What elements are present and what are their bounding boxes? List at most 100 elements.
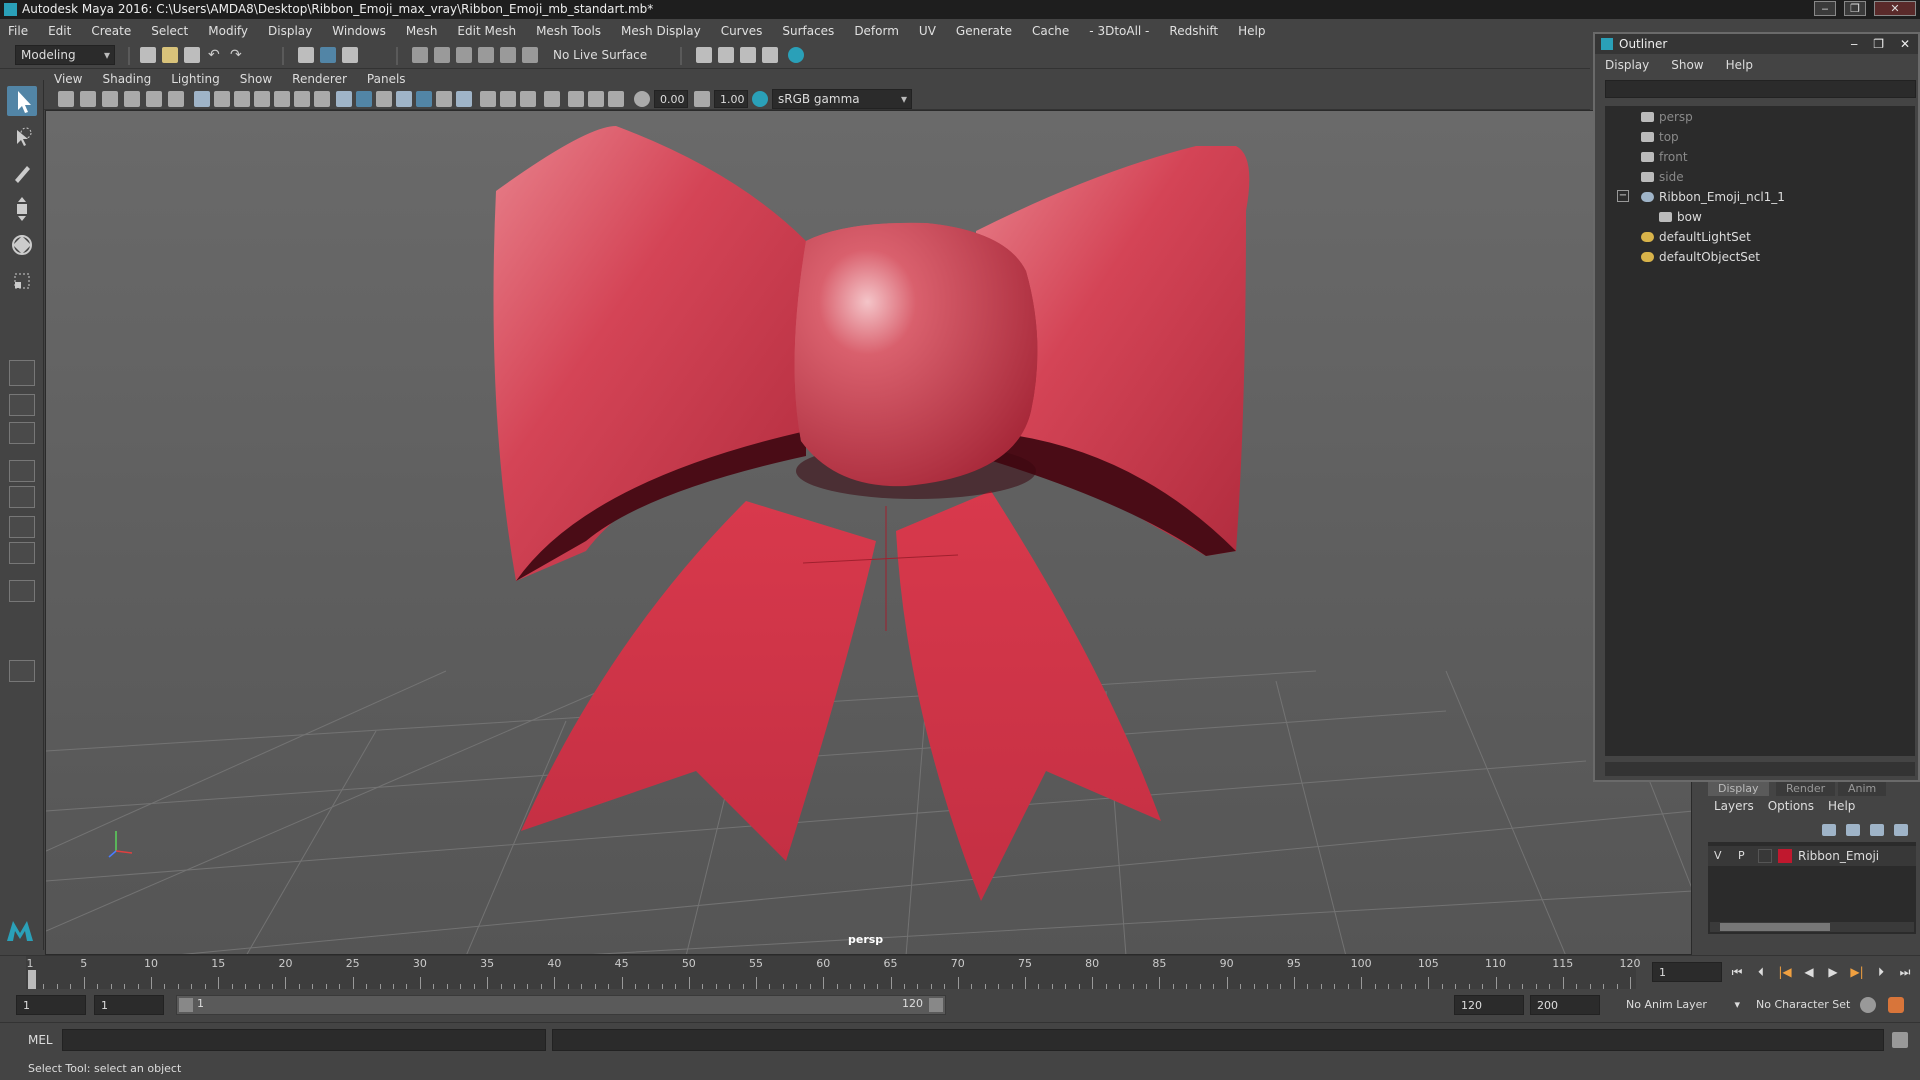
resolution-gate-icon[interactable] — [234, 91, 250, 107]
range-end-handle[interactable] — [929, 998, 943, 1012]
snap-grid-icon[interactable] — [412, 47, 428, 63]
use-all-lights-icon[interactable] — [416, 91, 432, 107]
menu-3dtoall[interactable]: - 3DtoAll - — [1089, 24, 1149, 38]
side-by-side-layout-icon[interactable] — [9, 422, 35, 444]
menu-windows[interactable]: Windows — [332, 24, 386, 38]
grease-pencil-icon[interactable] — [168, 91, 184, 107]
outliner-horizontal-scrollbar[interactable] — [1605, 762, 1915, 776]
wireframe-icon[interactable] — [336, 91, 352, 107]
current-frame-field[interactable]: 1 — [1652, 962, 1722, 982]
playback-end-field[interactable]: 120 — [1454, 995, 1524, 1015]
close-icon[interactable]: ✕ — [1874, 1, 1916, 16]
menu-modify[interactable]: Modify — [208, 24, 248, 38]
panel-menu-shading[interactable]: Shading — [102, 72, 151, 86]
move-layer-up-icon[interactable] — [1822, 824, 1836, 836]
lasso-tool-icon[interactable] — [7, 122, 37, 152]
new-scene-icon[interactable] — [140, 47, 156, 63]
menu-mesh-tools[interactable]: Mesh Tools — [536, 24, 601, 38]
minimize-icon[interactable]: ‒ — [1814, 1, 1836, 16]
gamma-icon[interactable] — [694, 91, 710, 107]
gamma-field[interactable]: 1.00 — [714, 90, 748, 108]
save-scene-icon[interactable] — [184, 47, 200, 63]
layer-type-toggle[interactable] — [1758, 849, 1772, 863]
panel-menu-panels[interactable]: Panels — [367, 72, 406, 86]
menu-edit[interactable]: Edit — [48, 24, 71, 38]
anim-layer-dropdown[interactable]: No Anim Layer ▾ — [1620, 995, 1744, 1015]
layer-color-swatch[interactable] — [1778, 849, 1792, 863]
layer-menu-options[interactable]: Options — [1768, 799, 1814, 813]
smooth-shade-icon[interactable] — [356, 91, 372, 107]
menu-generate[interactable]: Generate — [956, 24, 1012, 38]
isolate-select-icon[interactable] — [544, 91, 560, 107]
snap-view-icon[interactable] — [478, 47, 494, 63]
persp-graph-layout-icon[interactable] — [9, 486, 35, 508]
select-hierarchy-icon[interactable] — [298, 47, 314, 63]
menu-mesh[interactable]: Mesh — [406, 24, 438, 38]
step-forward-key-icon[interactable]: ⏵ — [1872, 964, 1890, 980]
time-ruler[interactable]: 1 5 10 15 20 25 30 35 40 45 50 55 60 65 70 75 80 85 90 95 10… — [26, 956, 1641, 989]
snap-surface-icon[interactable] — [500, 47, 516, 63]
rotate-tool-icon[interactable] — [7, 230, 37, 260]
step-back-key-icon[interactable]: ⏴ — [1752, 964, 1770, 980]
play-backwards-icon[interactable]: ◀ — [1800, 964, 1818, 980]
textured-icon[interactable] — [396, 91, 412, 107]
safe-action-icon[interactable] — [294, 91, 310, 107]
persp-outliner-layout-icon[interactable] — [9, 460, 35, 482]
select-component-icon[interactable] — [342, 47, 358, 63]
outliner-menu-help[interactable]: Help — [1726, 58, 1753, 72]
menu-help[interactable]: Help — [1238, 24, 1265, 38]
animation-end-field[interactable]: 200 — [1530, 995, 1600, 1015]
move-layer-down-icon[interactable] — [1846, 824, 1860, 836]
layer-horizontal-scrollbar[interactable] — [1710, 922, 1914, 932]
live-surface-field[interactable]: No Live Surface — [548, 46, 658, 66]
new-layer-icon[interactable] — [1870, 824, 1884, 836]
time-slider[interactable]: 1 5 10 15 20 25 30 35 40 45 50 55 60 65 70 75 80 85 90 95 10… — [0, 955, 1920, 989]
outliner-item-top[interactable]: top — [1641, 128, 1679, 146]
snap-curve-icon[interactable] — [434, 47, 450, 63]
outliner-item-persp[interactable]: persp — [1641, 108, 1693, 126]
xray-joints-icon[interactable] — [608, 91, 624, 107]
snap-vertex-icon[interactable] — [522, 47, 538, 63]
menu-surfaces[interactable]: Surfaces — [782, 24, 834, 38]
undo-icon[interactable]: ↶ — [208, 47, 224, 63]
layer-playback-toggle[interactable]: P — [1738, 849, 1745, 862]
menu-create[interactable]: Create — [91, 24, 131, 38]
render-frame-icon[interactable] — [718, 47, 734, 63]
command-input[interactable] — [62, 1029, 546, 1051]
camera-attributes-icon[interactable] — [80, 91, 96, 107]
render-view-icon[interactable] — [762, 47, 778, 63]
gate-mask-icon[interactable] — [254, 91, 270, 107]
script-editor-icon[interactable] — [1892, 1032, 1908, 1048]
outliner-minimize-icon[interactable]: ‒ — [1850, 34, 1858, 54]
redo-icon[interactable]: ↷ — [230, 47, 246, 63]
select-object-icon[interactable] — [320, 47, 336, 63]
playback-start-field[interactable]: 1 — [94, 995, 164, 1015]
exposure-field[interactable]: 0.00 — [654, 90, 688, 108]
character-set-dropdown[interactable]: No Character Set — [1750, 995, 1870, 1015]
grid-toggle-icon[interactable] — [194, 91, 210, 107]
layout-options-icon[interactable] — [9, 660, 35, 682]
layer-row[interactable]: V P Ribbon_Emoji — [1708, 846, 1916, 866]
outliner-item-ribbon-emoji-ncl1-1[interactable]: Ribbon_Emoji_ncl1_1 — [1641, 188, 1785, 206]
step-forward-frame-icon[interactable]: ▶| — [1848, 964, 1866, 980]
uv-layout-icon[interactable] — [9, 542, 35, 564]
menu-cache[interactable]: Cache — [1032, 24, 1069, 38]
motion-blur-icon[interactable] — [480, 91, 496, 107]
select-tool-icon[interactable] — [7, 86, 37, 116]
image-plane-icon[interactable] — [124, 91, 140, 107]
maya-home-icon[interactable] — [5, 915, 35, 945]
mode-dropdown[interactable]: Modeling ▾ — [15, 45, 115, 65]
menu-select[interactable]: Select — [151, 24, 188, 38]
layer-menu-help[interactable]: Help — [1828, 799, 1855, 813]
menu-curves[interactable]: Curves — [721, 24, 763, 38]
depth-of-field-icon[interactable] — [520, 91, 536, 107]
outliner-menu-show[interactable]: Show — [1671, 58, 1703, 72]
menu-edit-mesh[interactable]: Edit Mesh — [457, 24, 516, 38]
animation-start-field[interactable]: 1 — [16, 995, 86, 1015]
menu-display[interactable]: Display — [268, 24, 312, 38]
safe-title-icon[interactable] — [314, 91, 330, 107]
outliner-filter-field[interactable] — [1605, 80, 1916, 98]
four-view-layout-icon[interactable] — [9, 394, 35, 416]
open-scene-icon[interactable] — [162, 47, 178, 63]
snap-point-icon[interactable] — [456, 47, 472, 63]
